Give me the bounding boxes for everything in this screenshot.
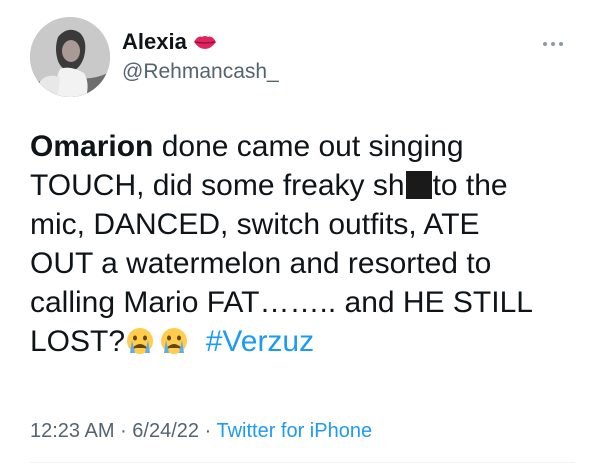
tweet-text-line6: LOST? [30,325,126,358]
hashtag-link[interactable]: #Verzuz [206,325,314,358]
more-options-icon[interactable] [540,36,566,46]
tweet-text: Omarion done came out singing TOUCH, did… [30,127,575,361]
avatar[interactable] [30,17,110,97]
divider [30,462,575,463]
tweet-text-line5: calling Mario FAT…….. and HE STILL [30,286,533,319]
tweet-text-line3: mic, DANCED, switch outfits, ATE [30,208,480,241]
tweet-meta: 12:23 AM · 6/24/22 · Twitter for iPhone [30,420,372,443]
censor-block [405,171,432,199]
tweet-text-line4: OUT a watermelon and resorted to [30,247,492,280]
meta-separator: · [199,420,217,442]
avatar-image [30,17,110,97]
crying-face-icon [125,326,155,356]
meta-separator: · [114,420,133,442]
tweet-text-bold-name: Omarion [30,130,154,163]
tweet-card: Alexia @Rehmancash_ Omarion done came ou… [0,0,595,466]
display-name[interactable]: Alexia [122,29,187,55]
tweet-date[interactable]: 6/24/22 [132,420,199,442]
tweet-text-line2a: TOUCH, did some freaky sh [30,169,405,202]
tweet-text-line2b: to the [432,169,508,202]
tweet-time[interactable]: 12:23 AM [30,420,115,442]
lips-icon [193,33,217,51]
tweet-text-line1: done came out singing [153,130,464,163]
author-handle[interactable]: @Rehmancash_ [122,60,279,84]
author-name-row[interactable]: Alexia [122,27,217,57]
crying-face-icon [159,326,189,356]
tweet-source-link[interactable]: Twitter for iPhone [216,420,372,442]
